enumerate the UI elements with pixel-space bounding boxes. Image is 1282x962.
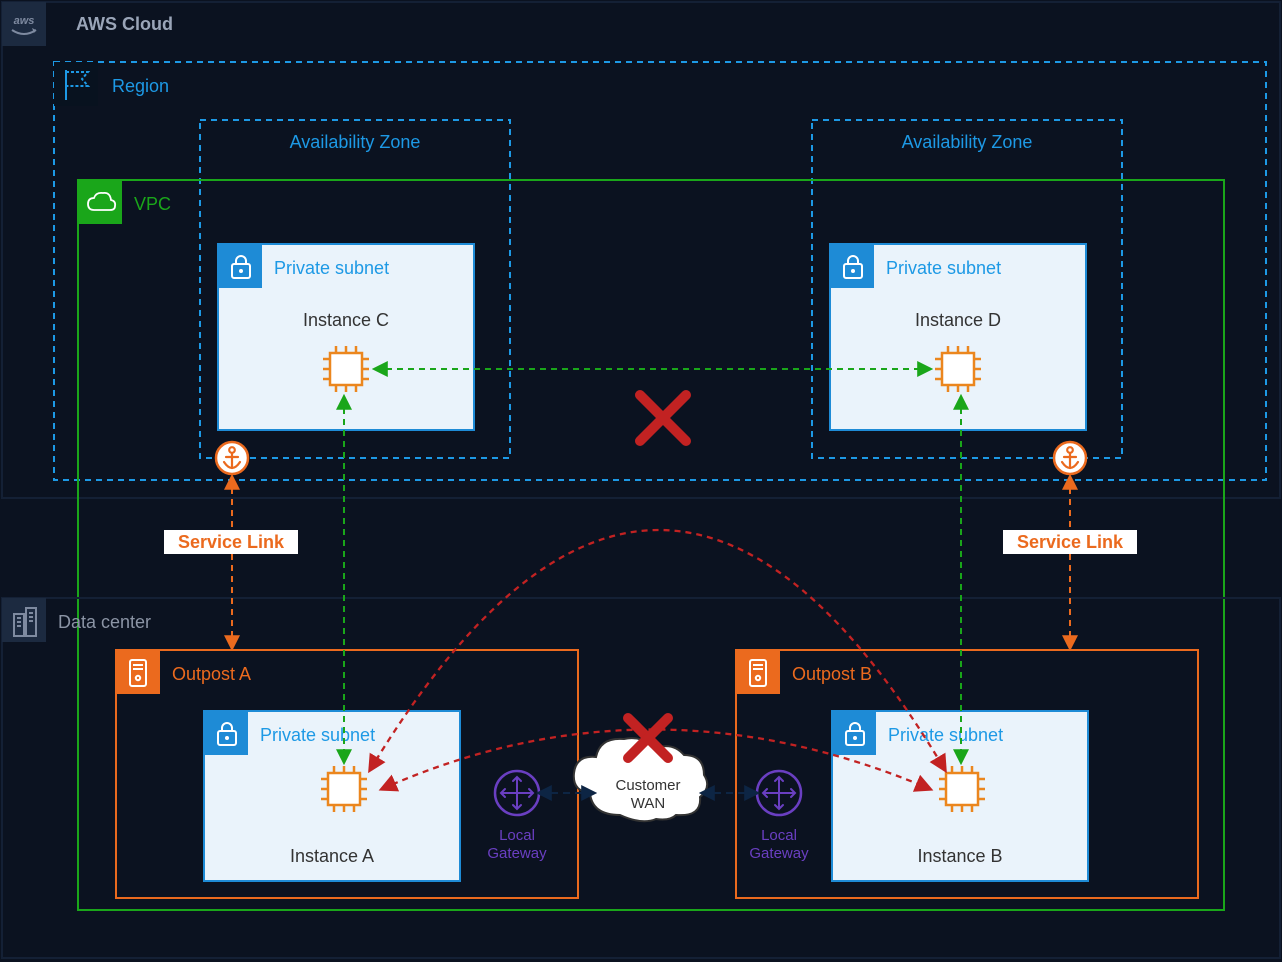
subnet-b-label: Private subnet (888, 725, 1003, 745)
local-gateway-a-label-2: Gateway (487, 845, 547, 862)
datacenter-label: Data center (58, 612, 151, 632)
aws-cloud-container: aws AWS Cloud (2, 2, 1280, 498)
az-left-label: Availability Zone (290, 132, 421, 152)
az-right-label: Availability Zone (902, 132, 1033, 152)
wan-label-1: Customer (615, 777, 680, 794)
outpost-b-label: Outpost B (792, 664, 872, 684)
instance-b-label: Instance B (917, 846, 1002, 866)
svg-text:aws: aws (14, 15, 35, 27)
local-gateway-a-label-1: Local (499, 827, 535, 844)
local-gateway-a: Local Gateway (487, 771, 547, 862)
instance-a-label: Instance A (290, 846, 374, 866)
private-subnet-c: Private subnet Instance C (218, 244, 474, 430)
vpc-label: VPC (134, 194, 171, 214)
cross-upper-icon (640, 395, 686, 441)
service-link-left-label: Service Link (178, 532, 285, 552)
subnet-c-label: Private subnet (274, 258, 389, 278)
instance-d-label: Instance D (915, 310, 1001, 330)
instance-c-label: Instance C (303, 310, 389, 330)
subnet-d-label: Private subnet (886, 258, 1001, 278)
aws-cloud-label: AWS Cloud (76, 14, 173, 34)
local-gateway-b: Local Gateway (749, 771, 809, 862)
anchor-right-icon (1054, 442, 1086, 474)
region-label: Region (112, 76, 169, 96)
anchor-left-icon (216, 442, 248, 474)
wan-label-2: WAN (631, 795, 665, 812)
service-link-right-label: Service Link (1017, 532, 1124, 552)
private-subnet-b: Private subnet Instance B (832, 711, 1088, 881)
local-gateway-b-label-1: Local (761, 827, 797, 844)
subnet-a-label: Private subnet (260, 725, 375, 745)
private-subnet-d: Private subnet Instance D (830, 244, 1086, 430)
private-subnet-a: Private subnet Instance A (204, 711, 460, 881)
local-gateway-b-label-2: Gateway (749, 845, 809, 862)
instance-c-chip-icon (323, 346, 369, 392)
outpost-a-label: Outpost A (172, 664, 251, 684)
instance-b-chip-icon (939, 766, 985, 812)
instance-d-chip-icon (935, 346, 981, 392)
instance-a-chip-icon (321, 766, 367, 812)
